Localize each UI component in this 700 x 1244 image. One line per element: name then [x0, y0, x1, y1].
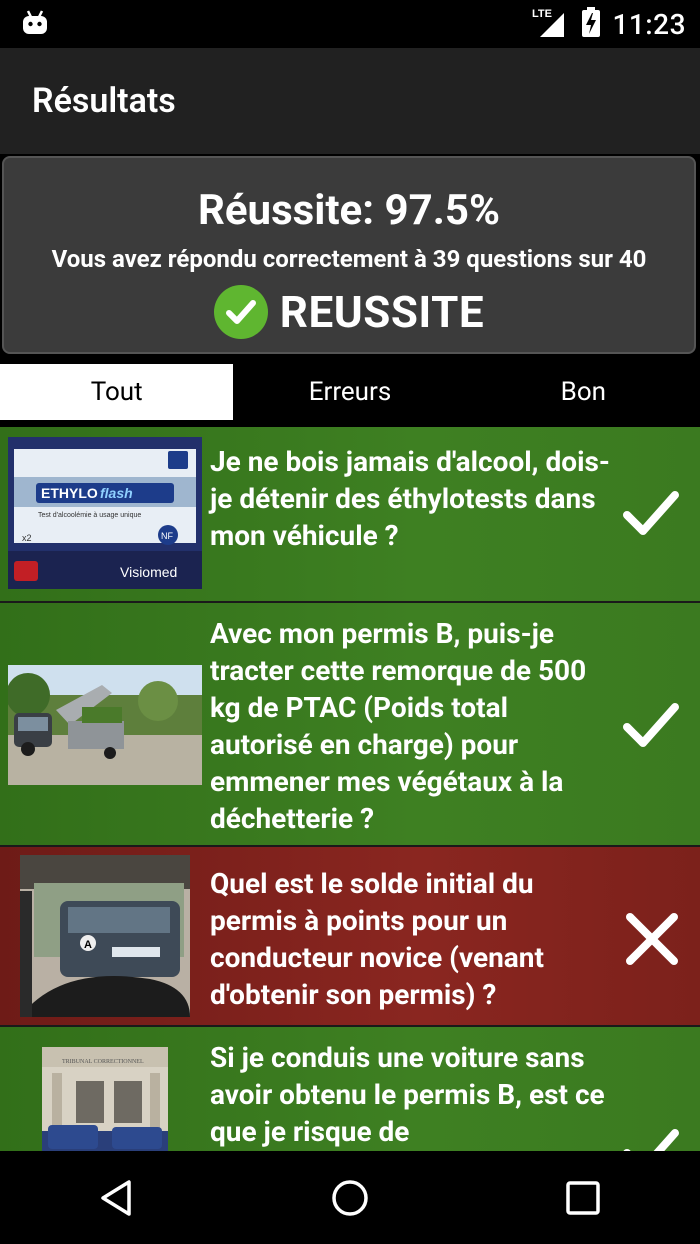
svg-text:x2: x2 — [22, 533, 32, 543]
list-item[interactable]: A Quel est le solde initial du permis à … — [0, 847, 700, 1027]
result-label: REUSSITE — [279, 286, 485, 338]
svg-text:flash: flash — [100, 485, 133, 501]
signal-icon: LTE — [530, 7, 570, 41]
question-image: TRIBUNAL CORRECTIONNEL — [42, 1047, 168, 1151]
app-bar: Résultats — [0, 48, 700, 154]
check-circle-icon — [213, 285, 268, 339]
result-row: REUSSITE — [4, 285, 694, 339]
svg-text:Visiomed: Visiomed — [120, 564, 177, 580]
tab-good[interactable]: Bon — [466, 364, 700, 420]
question-image: A — [20, 855, 190, 1017]
back-icon[interactable] — [67, 1163, 167, 1233]
results-summary: Réussite: 97.5% Vous avez répondu correc… — [2, 156, 696, 354]
question-text: Je ne bois jamais d'alcool, dois-je déte… — [210, 445, 610, 552]
navigation-bar — [0, 1151, 700, 1244]
list-item[interactable]: TRIBUNAL CORRECTIONNEL Si je conduis une… — [0, 1027, 700, 1151]
question-text: Quel est le solde initial du permis à po… — [210, 867, 544, 1011]
status-bar: LTE 11:23 — [0, 0, 700, 48]
svg-text:NF: NF — [161, 531, 173, 541]
question-list[interactable]: ETHYLO flash Test d'alcoolémie à usage u… — [0, 427, 700, 1151]
list-item[interactable]: Avec mon permis B, puis-je tracter cette… — [0, 603, 700, 847]
android-icon — [22, 10, 48, 38]
tab-all[interactable]: Tout — [0, 364, 234, 420]
recents-icon[interactable] — [533, 1163, 633, 1233]
svg-text:TRIBUNAL CORRECTIONNEL: TRIBUNAL CORRECTIONNEL — [62, 1059, 144, 1065]
tab-errors[interactable]: Erreurs — [233, 364, 467, 420]
question-image: ETHYLO flash Test d'alcoolémie à usage u… — [8, 437, 202, 589]
score-text: Réussite: 97.5% — [197, 186, 501, 235]
score-detail: Vous avez répondu correctement à 39 ques… — [51, 245, 647, 273]
list-item[interactable]: ETHYLO flash Test d'alcoolémie à usage u… — [0, 427, 700, 603]
check-icon — [622, 699, 680, 755]
check-icon — [622, 1125, 680, 1151]
home-icon[interactable] — [300, 1163, 400, 1233]
svg-text:ETHYLO: ETHYLO — [41, 485, 98, 501]
question-text: Si je conduis une voiture sans avoir obt… — [210, 1041, 605, 1148]
cross-icon — [624, 911, 680, 971]
question-text: Avec mon permis B, puis-je tracter cette… — [210, 617, 587, 835]
clock: 11:23 — [612, 7, 686, 41]
battery-charging-icon — [582, 7, 601, 41]
filter-tabs: Tout Erreurs Bon — [0, 364, 700, 420]
svg-text:Test d'alcoolémie à usage uniq: Test d'alcoolémie à usage unique — [38, 512, 141, 519]
check-icon — [622, 487, 680, 543]
question-image — [8, 665, 202, 785]
svg-text:LTE: LTE — [532, 8, 552, 20]
svg-text:A: A — [84, 939, 92, 951]
page-title: Résultats — [32, 81, 176, 121]
